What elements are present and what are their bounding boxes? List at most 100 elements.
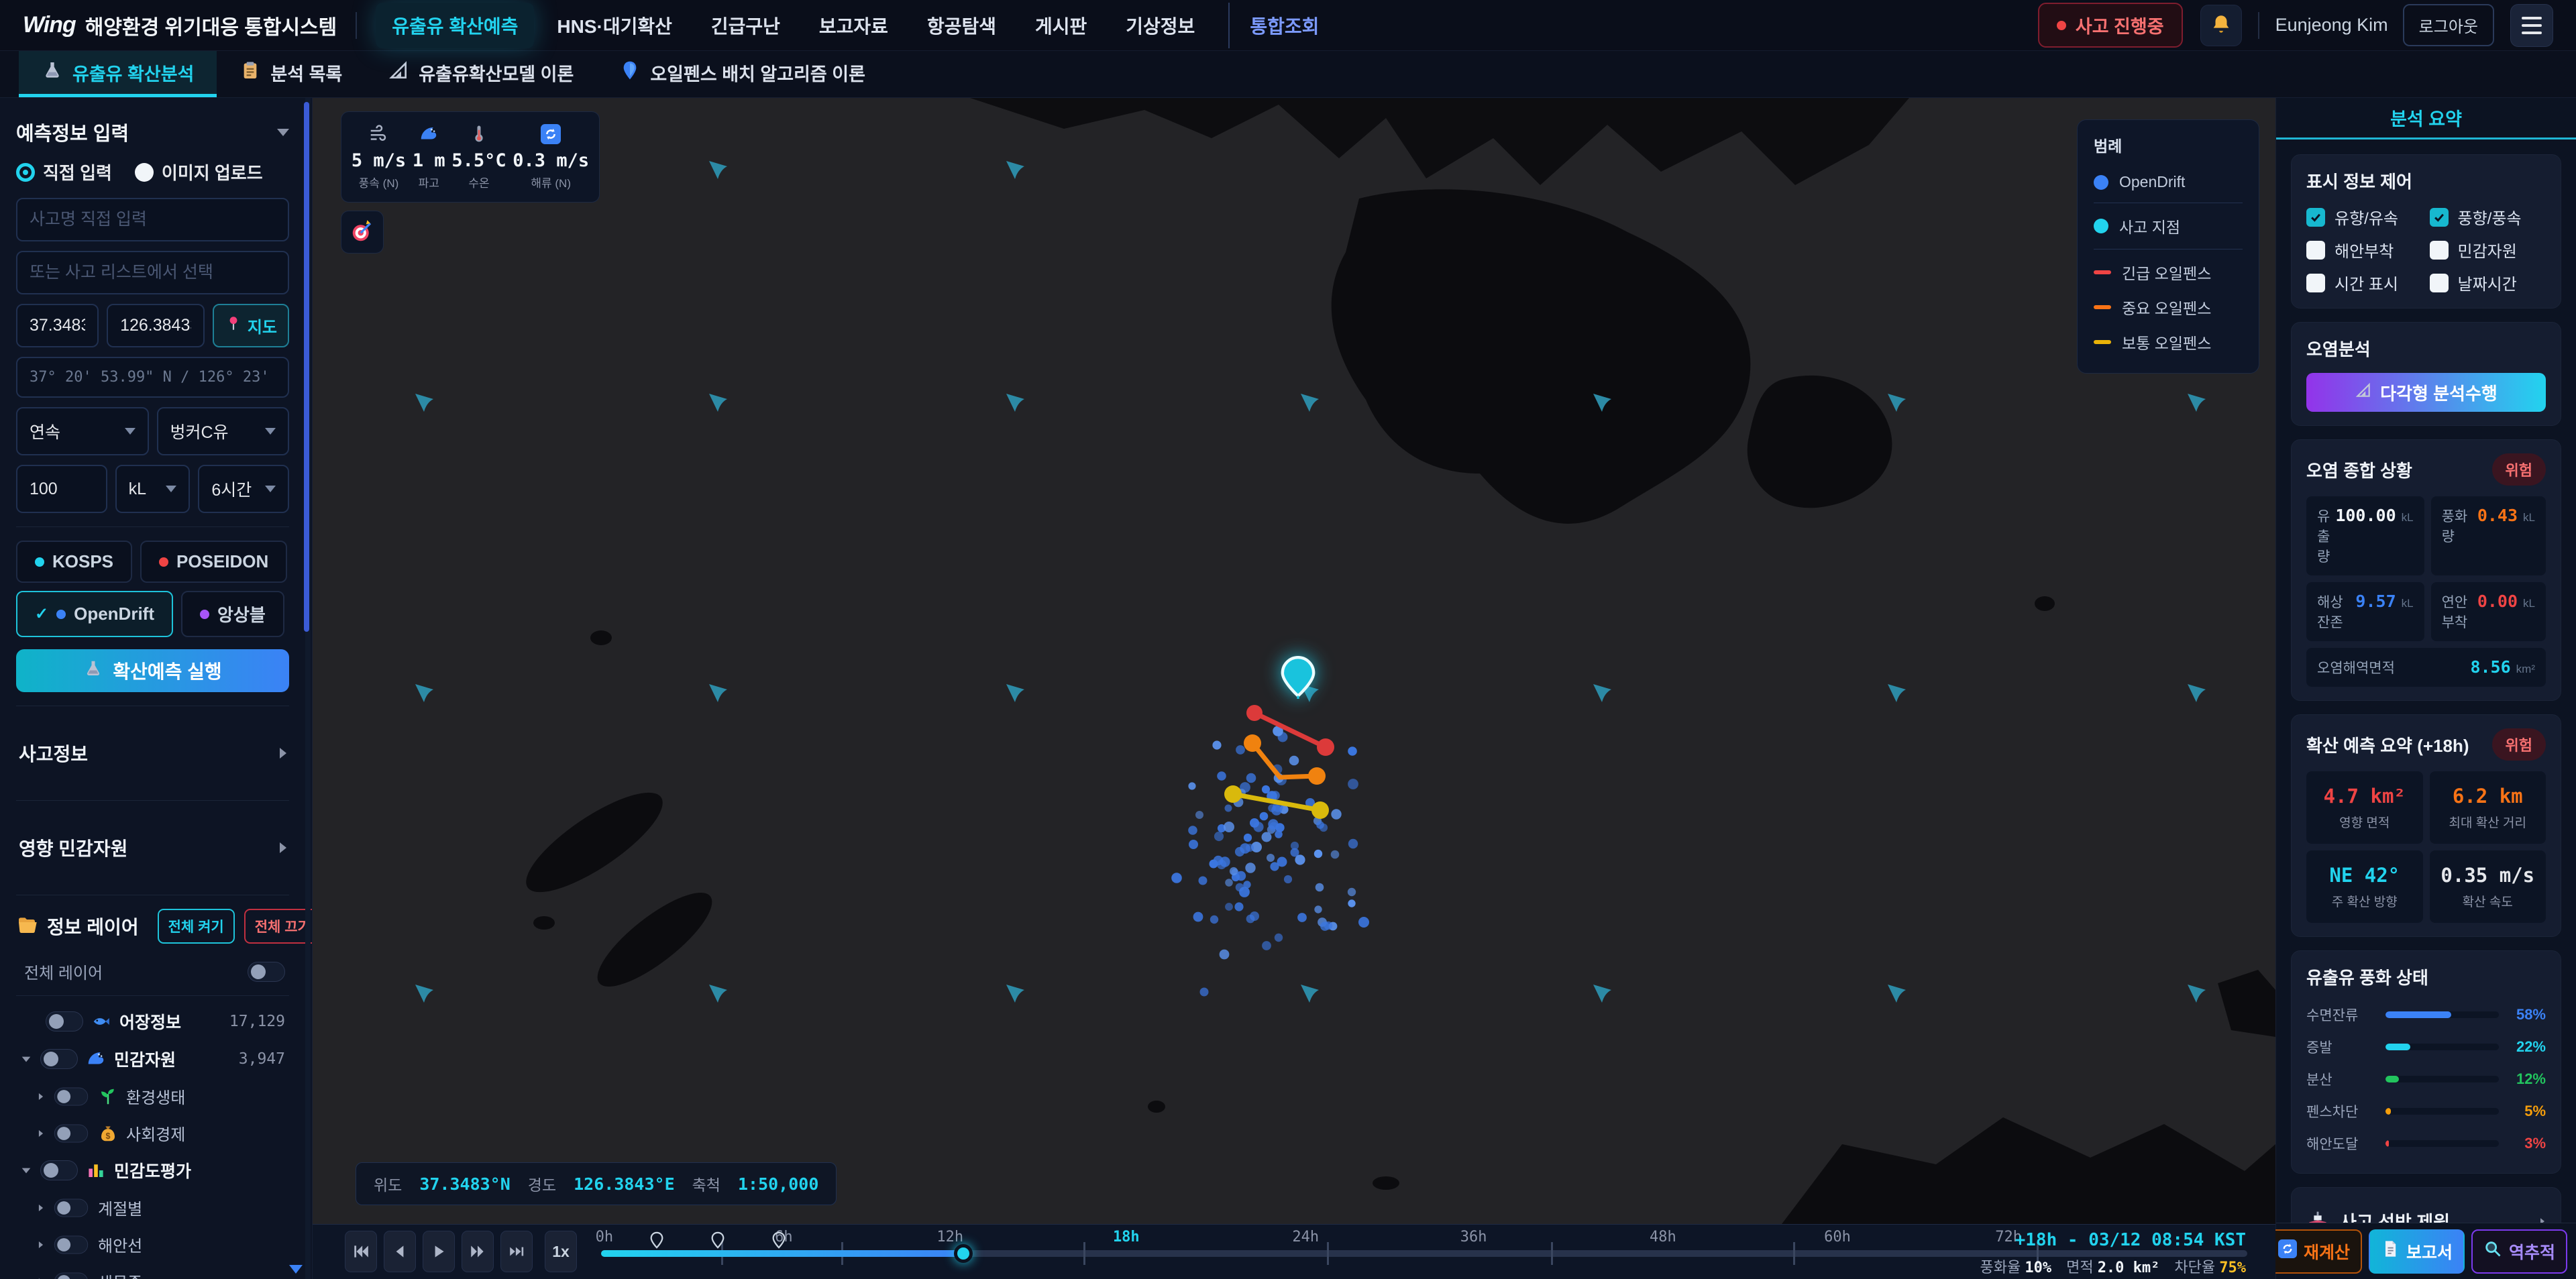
nav-item-항공탐색[interactable]: 항공탐색 [911, 3, 1012, 48]
accordion-impact-resources[interactable]: 영향 민감자원 [16, 814, 289, 881]
expand-caret-icon[interactable] [22, 1056, 31, 1062]
layers-all-off-button[interactable]: 전체 끄기 [244, 909, 313, 944]
bell-icon [2210, 13, 2233, 38]
checkbox-날짜시간[interactable]: 날짜시간 [2430, 271, 2546, 294]
nav-item-긴급구난[interactable]: 긴급구난 [695, 3, 796, 48]
duration-select[interactable]: 6시간 [198, 465, 289, 513]
notifications-button[interactable] [2200, 5, 2242, 46]
oil-type-select[interactable]: 벙커C유 [157, 407, 290, 455]
top-navbar: Wing 해양환경 위기대응 통합시스템 유출유 확산예측HNS·대기확산긴급구… [0, 0, 2576, 51]
model-chip-OpenDrift[interactable]: ✓OpenDrift [16, 591, 173, 637]
step-back-button[interactable] [384, 1231, 416, 1272]
run-forecast-button[interactable]: 확산예측 실행 [16, 649, 289, 692]
radio-unselected-icon [135, 163, 154, 182]
accordion-incident-info[interactable]: 사고정보 [16, 720, 289, 787]
action-label: 보고서 [2406, 1239, 2453, 1264]
card-title: 오염분석 [2306, 336, 2546, 361]
weathering-pct: 12% [2508, 1070, 2546, 1088]
layers-all-on-button[interactable]: 전체 켜기 [158, 909, 235, 944]
radio-image-upload[interactable]: 이미지 업로드 [135, 160, 263, 184]
map-canvas[interactable]: 5 m/s풍속 (N)1 m파고5.5°C수온0.3 m/s해류 (N) 범례 … [313, 98, 2275, 1224]
weathering-펜스차단: 펜스차단5% [2306, 1095, 2546, 1127]
expand-caret-icon[interactable] [39, 1205, 43, 1211]
layer-toggle[interactable] [40, 1160, 78, 1180]
menu-button[interactable] [2510, 4, 2553, 47]
radio-direct-input[interactable]: 직접 입력 [16, 160, 112, 184]
expand-caret-icon[interactable] [39, 1241, 43, 1248]
model-chip-KOSPS[interactable]: KOSPS [16, 541, 132, 583]
layer-toggle[interactable] [54, 1199, 88, 1217]
master-layer-toggle[interactable] [248, 962, 285, 982]
stat-unit: km² [2516, 663, 2535, 676]
tab-분석 목록[interactable]: 분석 목록 [217, 51, 365, 97]
incident-name-input[interactable] [16, 198, 289, 241]
tab-오일펜스 배치 알고리즘 이론[interactable]: 오일펜스 배치 알고리즘 이론 [596, 51, 888, 97]
layer-toggle[interactable] [54, 1272, 88, 1279]
map-pick-button[interactable]: 지도 [213, 304, 289, 347]
incident-list-input[interactable] [16, 251, 289, 294]
checkbox-민감자원[interactable]: 민감자원 [2430, 238, 2546, 262]
expand-caret-icon[interactable] [22, 1168, 31, 1173]
docicon-icon [2381, 1239, 2400, 1263]
checkbox-해안부착[interactable]: 해안부착 [2306, 238, 2423, 262]
play-button[interactable] [423, 1231, 455, 1272]
timeline-thumb[interactable] [954, 1244, 973, 1263]
layer-row-사회경제: $사회경제 [16, 1115, 289, 1152]
layer-toggle[interactable] [54, 1235, 88, 1254]
nav-item-보고자료[interactable]: 보고자료 [803, 3, 904, 48]
nav-item-HNS·대기확산[interactable]: HNS·대기확산 [541, 3, 688, 48]
fast-forward-button[interactable] [462, 1231, 494, 1272]
layer-toggle[interactable] [54, 1124, 88, 1142]
weather-label: 수온 [468, 174, 489, 190]
nav-item-게시판[interactable]: 게시판 [1019, 3, 1103, 48]
spill-type-select[interactable]: 연속 [16, 407, 149, 455]
action-label: 재계산 [2304, 1239, 2350, 1264]
nav-item-통합조회[interactable]: 통합조회 [1228, 3, 1335, 48]
nav-item-유출유 확산예측[interactable]: 유출유 확산예측 [376, 3, 534, 48]
expand-caret-icon[interactable] [39, 1093, 43, 1100]
stat-value: 0.00 [2477, 592, 2518, 611]
tab-유출유 확산분석[interactable]: 유출유 확산분석 [19, 51, 217, 97]
layer-toggle[interactable] [46, 1011, 83, 1032]
amount-input[interactable] [16, 465, 107, 513]
stat-label: 오염해역면적 [2317, 657, 2395, 677]
collapse-caret-icon[interactable] [277, 129, 289, 136]
skip-end-button[interactable] [500, 1231, 533, 1272]
polygon-analysis-button[interactable]: 다각형 분석수행 [2306, 373, 2546, 412]
stat-value: 8.56 [2470, 657, 2510, 677]
checkbox-풍향/풍속[interactable]: 풍향/풍속 [2430, 205, 2546, 229]
forecast-label: 최대 확산 거리 [2449, 813, 2526, 831]
sidebar-scrollbar[interactable] [305, 98, 311, 1279]
stat-해상잔존: 해상잔존9.57kL [2306, 582, 2424, 641]
nav-item-기상정보[interactable]: 기상정보 [1110, 3, 1211, 48]
weathering-label: 증발 [2306, 1037, 2376, 1057]
latitude-input[interactable] [16, 304, 99, 347]
refreshblue-icon [2278, 1239, 2297, 1263]
checkbox-유향/유속[interactable]: 유향/유속 [2306, 205, 2423, 229]
layer-toggle[interactable] [40, 1049, 78, 1069]
scrollbar-thumb[interactable] [304, 102, 309, 632]
timeline-label-18h: 18h [1113, 1229, 1140, 1245]
scroll-more-icon [289, 1265, 303, 1274]
weathering-bar-track [2385, 1044, 2499, 1050]
stat-value: 100.00 [2335, 506, 2396, 525]
thermo-icon [469, 124, 489, 148]
layer-toggle[interactable] [54, 1087, 88, 1105]
longitude-input[interactable] [107, 304, 205, 347]
action-button-재계산[interactable]: 재계산 [2266, 1229, 2362, 1274]
forecast-value: 6.2 km [2453, 785, 2523, 808]
tab-유출유확산모델 이론[interactable]: 유출유확산모델 이론 [365, 51, 596, 97]
action-button-역추적[interactable]: 역추적 [2471, 1229, 2567, 1274]
expand-caret-icon[interactable] [39, 1130, 43, 1137]
unit-select[interactable]: kL [115, 465, 191, 513]
playback-speed-button[interactable]: 1x [545, 1231, 577, 1272]
checkbox-시간 표시[interactable]: 시간 표시 [2306, 271, 2423, 294]
model-chip-앙상블[interactable]: 앙상블 [181, 591, 284, 637]
model-chip-POSEIDON[interactable]: POSEIDON [140, 541, 287, 583]
action-button-보고서[interactable]: 보고서 [2369, 1229, 2465, 1274]
logout-button[interactable]: 로그아웃 [2403, 4, 2494, 46]
target-tool-button[interactable] [341, 211, 384, 254]
skip-start-button[interactable] [345, 1231, 377, 1272]
summary-title: 분석 요약 [2276, 98, 2576, 140]
incident-location-pin[interactable] [1281, 656, 1316, 702]
